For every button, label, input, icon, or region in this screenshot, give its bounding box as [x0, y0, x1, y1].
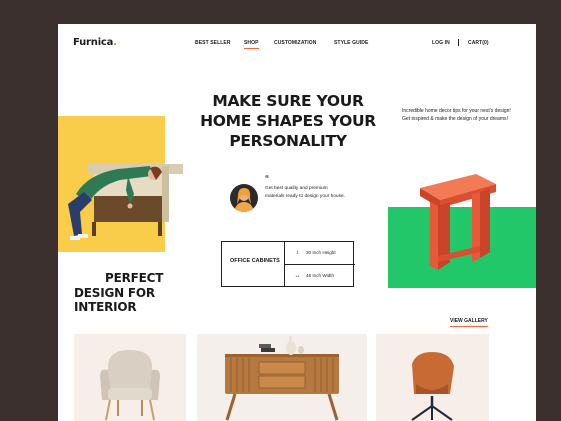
product-card-leather-chair[interactable]	[376, 334, 489, 421]
sideboard-leg	[225, 393, 237, 421]
chair-seat	[108, 388, 152, 400]
chair-leg	[149, 399, 155, 421]
cabinet-leg	[158, 222, 162, 236]
cabinet-side	[162, 166, 169, 222]
table-leg	[430, 202, 438, 270]
spec-title-cell: OFFICE CABINETS	[222, 242, 285, 286]
testimonial-quote: Get best quality and premium materials r…	[265, 186, 345, 199]
spec-width-row: ↔ 48 Inch Width	[285, 265, 355, 288]
brand-name: Furnica	[73, 37, 114, 48]
sideboard-vase-small	[298, 346, 304, 354]
sideboard-books	[261, 348, 275, 352]
headline-line-3: PERSONALITY	[229, 132, 347, 150]
sideboard-books	[259, 344, 271, 348]
chair-back	[108, 350, 152, 390]
section-title: PERFECT DESIGN FOR INTERIOR	[74, 271, 179, 315]
woman-hand	[127, 203, 133, 209]
avatar-portrait	[234, 188, 254, 212]
landing-page: Furnica. BEST SELLER SHOP CUSTOMIZATION …	[58, 24, 536, 421]
chair-leg	[105, 399, 111, 421]
sideboard-drawer	[258, 375, 306, 389]
woman-on-cabinet-image	[68, 164, 183, 240]
section-title-line-1: PERFECT	[105, 271, 164, 285]
avatar-shirt	[234, 202, 254, 212]
product-spec-box: OFFICE CABINETS ↕ 30 Inch Height ↔ 48 In…	[221, 241, 355, 288]
product-card-sideboard[interactable]	[197, 334, 367, 421]
sideboard-vase-neck	[289, 336, 292, 342]
nav-login[interactable]: LOG IN	[432, 40, 450, 46]
height-arrow-icon: ↕	[296, 249, 299, 256]
woman-jeans	[68, 192, 92, 236]
section-title-line-3: INTERIOR	[74, 300, 137, 314]
nav-style-guide[interactable]: STYLE GUIDE	[334, 40, 368, 46]
leather-chair-icon	[411, 352, 454, 421]
armchair-icon	[100, 350, 160, 421]
chair-base-leg	[431, 405, 453, 421]
sideboard-icon	[225, 336, 339, 421]
nav-best-seller[interactable]: BEST SELLER	[195, 40, 231, 46]
view-gallery-link[interactable]: VIEW GALLERY	[450, 318, 488, 328]
headline-line-1: MAKE SURE YOUR	[212, 92, 364, 110]
woman-shoe	[78, 234, 88, 238]
sideboard-leg	[327, 393, 339, 421]
sideboard-drawer	[258, 361, 306, 375]
width-arrow-icon: ↔	[294, 272, 301, 279]
nav-separator	[458, 39, 459, 46]
spec-title: OFFICE CABINETS	[230, 258, 280, 264]
nav-customization[interactable]: CUSTOMIZATION	[274, 40, 317, 46]
hero-headline: MAKE SURE YOUR HOME SHAPES YOUR PERSONAL…	[188, 91, 388, 151]
cabinet-leg	[92, 222, 96, 236]
quote-mark-icon: “	[265, 174, 269, 183]
sideboard-top	[225, 354, 339, 357]
product-card-armchair[interactable]	[74, 334, 186, 421]
headline-line-2: HOME SHAPES YOUR	[200, 112, 376, 130]
chair-base-leg	[411, 405, 433, 421]
nav-cart[interactable]: CART(0)	[468, 40, 489, 46]
spec-width: 48 Inch Width	[306, 273, 335, 279]
brand-dot: .	[113, 37, 117, 48]
hero-intro-text: Incredible home decor tips for your nest…	[402, 108, 511, 122]
table-leg	[480, 188, 490, 258]
sideboard-vase	[286, 341, 296, 355]
spec-height-row: ↕ 30 Inch Height	[285, 242, 355, 265]
avatar	[230, 184, 258, 212]
brand-logo[interactable]: Furnica.	[73, 37, 117, 48]
orange-side-table-image	[420, 174, 496, 270]
spec-height: 30 Inch Height	[306, 250, 336, 256]
section-title-line-2: DESIGN FOR	[74, 285, 155, 300]
top-nav: Furnica. BEST SELLER SHOP CUSTOMIZATION …	[58, 24, 536, 64]
nav-shop[interactable]: SHOP	[244, 40, 259, 50]
